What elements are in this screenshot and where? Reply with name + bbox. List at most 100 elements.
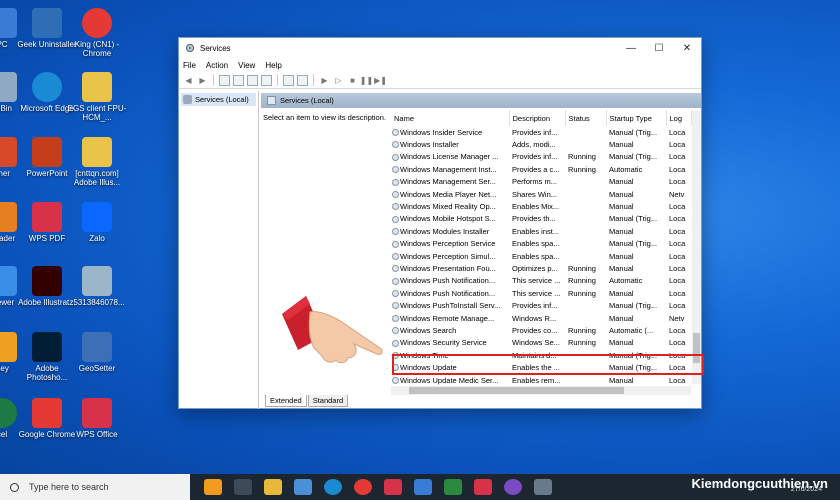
service-row[interactable]: Windows Management Ser... Performs m... Ma…: [391, 176, 691, 188]
service-name: Windows Insider Service: [400, 127, 483, 137]
minimize-icon: —: [626, 42, 636, 54]
column-header-log-on-as[interactable]: Log: [666, 110, 692, 126]
desktop-icon[interactable]: Zalo: [65, 202, 129, 243]
menu-help[interactable]: Help: [265, 61, 281, 70]
service-row[interactable]: Windows Perception Service Enables spa...…: [391, 238, 691, 250]
taskbar-search-box[interactable]: Type here to search: [0, 474, 190, 500]
service-startup-type: Manual (Trig...: [609, 214, 658, 224]
service-row[interactable]: Windows Push Notification... This service…: [391, 275, 691, 287]
edge-icon[interactable]: [324, 479, 342, 495]
service-gear-icon: [392, 290, 399, 298]
task-view-icon[interactable]: [234, 479, 252, 495]
app-icon: [32, 332, 62, 362]
service-row[interactable]: Windows Presentation Fou... Optimizes p..…: [391, 262, 691, 274]
show-tree-icon[interactable]: [219, 74, 230, 86]
service-row[interactable]: Windows PushToInstall Serv... Provides in…: [391, 299, 691, 311]
stop-service-icon[interactable]: ■: [347, 75, 358, 86]
service-row[interactable]: Windows Security Service Windows Se... Run…: [391, 337, 691, 349]
tab-extended[interactable]: Extended: [265, 395, 307, 407]
app-icon: [32, 202, 62, 232]
service-gear-icon: [392, 277, 399, 285]
column-header-startup-type[interactable]: Startup Type: [606, 110, 667, 126]
refresh-icon[interactable]: [247, 74, 258, 86]
service-gear-icon: [392, 141, 399, 149]
store-icon[interactable]: [294, 479, 312, 495]
tree-item-services-local[interactable]: Services (Local): [181, 93, 256, 106]
scroll-thumb[interactable]: [409, 387, 624, 394]
service-gear-icon: [392, 166, 399, 174]
column-header-status[interactable]: Status: [565, 110, 607, 126]
service-row[interactable]: Windows Mobile Hotspot S... Provides th..…: [391, 213, 691, 225]
service-description: Provides a c...: [512, 164, 560, 174]
service-row[interactable]: Windows Perception Simul... Enables spa..…: [391, 250, 691, 262]
service-row[interactable]: Windows Management Inst... Provides a c..…: [391, 163, 691, 175]
service-row[interactable]: Windows Remote Manage... Windows R... Manu…: [391, 312, 691, 324]
desktop-icon[interactable]: GeoSetter: [65, 332, 129, 373]
chrome-profile-icon[interactable]: [384, 479, 402, 495]
start-service-alt-icon[interactable]: ▷: [333, 75, 344, 86]
service-startup-type: Manual (Trig...: [609, 152, 658, 162]
console-icon[interactable]: [297, 74, 308, 86]
desktop-icon[interactable]: [cnttqn.com] Adobe Illus...: [65, 137, 129, 187]
search-highlight-icon[interactable]: [204, 479, 222, 495]
pointing-hand-icon: [282, 296, 383, 364]
service-row[interactable]: Windows Push Notification... This service…: [391, 287, 691, 299]
sort-ascending-icon: ^: [446, 110, 449, 114]
service-status: [565, 312, 606, 324]
pane-header-label: Services (Local): [280, 96, 334, 105]
menu-file[interactable]: File: [183, 61, 196, 70]
tab-standard[interactable]: Standard: [307, 395, 349, 407]
title-bar[interactable]: Services — ☐ ✕: [179, 38, 701, 58]
service-description: Adds, modi...: [512, 140, 556, 150]
service-status: [565, 213, 606, 225]
teams-icon[interactable]: [414, 479, 432, 495]
service-name: Windows Push Notification...: [400, 276, 496, 286]
wps-office-icon[interactable]: [474, 479, 492, 495]
service-status: [565, 238, 606, 250]
geosetter-icon[interactable]: [504, 479, 522, 495]
service-row[interactable]: Windows Insider Service Provides inf... Ma…: [391, 126, 691, 138]
service-row[interactable]: Windows Mixed Reality Op... Enables Mix..…: [391, 200, 691, 212]
desktop-icon[interactable]: EGS client FPU-HCM_...: [65, 72, 129, 122]
service-name: Windows Management Ser...: [400, 177, 496, 187]
service-row[interactable]: Windows Search Provides co... Running Autom…: [391, 324, 691, 336]
minimize-button[interactable]: —: [617, 38, 645, 58]
start-service-icon[interactable]: ▶: [319, 75, 330, 86]
service-name: Windows Push Notification...: [400, 288, 496, 298]
menu-view[interactable]: View: [238, 61, 255, 70]
service-row[interactable]: Windows License Manager ... Provides inf.…: [391, 151, 691, 163]
chrome-alt-icon[interactable]: [444, 479, 462, 495]
services-taskbar-icon[interactable]: [534, 479, 552, 495]
service-status: [565, 250, 606, 262]
help-icon[interactable]: [283, 74, 294, 86]
app-icon: [82, 72, 112, 102]
column-header-description[interactable]: Description: [509, 110, 566, 126]
menu-bar: File Action View Help: [179, 58, 701, 72]
pause-service-icon[interactable]: ❚❚: [360, 75, 373, 86]
properties-icon[interactable]: [233, 74, 244, 86]
service-row[interactable]: Windows Modules Installer Enables inst...…: [391, 225, 691, 237]
restart-service-icon[interactable]: ▶❚: [374, 75, 387, 86]
service-row[interactable]: Windows Update Medic Ser... Enables rem..…: [391, 374, 691, 386]
desktop-icon[interactable]: King (CN1) - Chrome: [65, 8, 129, 58]
desktop: PCGeek UninstallerKing (CN1) - Chromele …: [0, 0, 840, 474]
desktop-icon[interactable]: z5313846078...: [65, 266, 129, 307]
menu-action[interactable]: Action: [206, 61, 228, 70]
export-list-icon[interactable]: [261, 74, 272, 86]
maximize-button[interactable]: ☐: [645, 38, 673, 58]
horizontal-scrollbar[interactable]: [391, 386, 691, 395]
chrome-icon[interactable]: [354, 479, 372, 495]
service-row[interactable]: Windows Media Player Net... Shares Win...…: [391, 188, 691, 200]
close-button[interactable]: ✕: [673, 38, 701, 58]
service-name: Windows Update Medic Ser...: [400, 375, 499, 385]
service-row[interactable]: Windows Installer Adds, modi... Manual Loca: [391, 138, 691, 150]
service-startup-type: Automatic (...: [609, 325, 654, 335]
service-status: Running: [568, 325, 596, 335]
vertical-scrollbar[interactable]: [692, 111, 701, 384]
file-explorer-icon[interactable]: [264, 479, 282, 495]
service-name: Windows Perception Service: [400, 239, 496, 249]
forward-icon[interactable]: ▶: [197, 75, 208, 86]
column-header-name[interactable]: Name ^: [391, 110, 510, 126]
back-icon[interactable]: ◀: [183, 75, 194, 86]
desktop-icon[interactable]: WPS Office: [65, 398, 129, 439]
